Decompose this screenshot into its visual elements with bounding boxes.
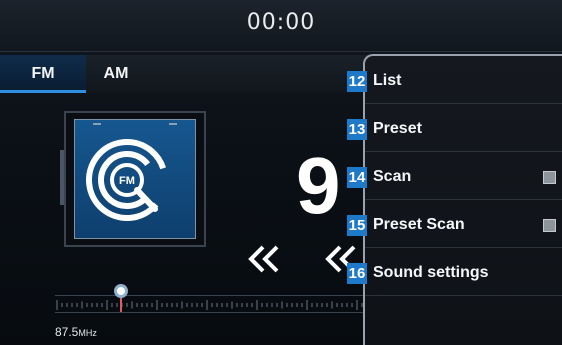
station-art-image: FM xyxy=(74,119,196,239)
scan-checkbox[interactable] xyxy=(543,171,556,184)
callout-number: 12 xyxy=(347,71,367,92)
tuner-min-value: 87.5 xyxy=(55,325,79,339)
tuner-min-frequency: 87.5MHz xyxy=(55,325,97,339)
menu-item-label: Preset Scan xyxy=(373,216,465,233)
tab-fm[interactable]: FM xyxy=(0,55,86,93)
menu-item-preset[interactable]: 13 Preset xyxy=(347,106,562,152)
fm-radio-icon: FM xyxy=(86,139,168,221)
menu-item-sound-settings[interactable]: 16 Sound settings xyxy=(347,250,562,296)
menu-item-label: Preset xyxy=(373,120,422,137)
callout-number: 13 xyxy=(347,119,367,140)
radio-screen: 00:00 FM AM FM 9 87.5MHz 12 List 13 Pres… xyxy=(0,0,562,345)
menu-item-scan[interactable]: 14 Scan xyxy=(347,154,562,200)
menu-item-label: Sound settings xyxy=(373,264,489,281)
tuner-needle xyxy=(120,296,122,312)
callout-number: 16 xyxy=(347,263,367,284)
status-bar: 00:00 xyxy=(0,0,562,52)
options-menu: 12 List 13 Preset 14 Scan 15 Preset Scan… xyxy=(347,54,562,345)
fm-icon-label: FM xyxy=(119,175,135,187)
menu-item-label: List xyxy=(373,72,402,89)
menu-item-list[interactable]: 12 List xyxy=(347,58,562,104)
menu-item-preset-scan[interactable]: 15 Preset Scan xyxy=(347,202,562,248)
tuner-handle[interactable] xyxy=(114,284,128,298)
station-art: FM xyxy=(64,111,206,247)
frequency-display: 9 xyxy=(296,141,340,230)
clock: 00:00 xyxy=(246,10,316,35)
band-tabs: FM AM xyxy=(0,55,370,93)
tuner-ticks xyxy=(56,300,368,310)
callout-number: 15 xyxy=(347,215,367,236)
tab-am[interactable]: AM xyxy=(86,55,146,93)
double-chevron-left-icon xyxy=(248,245,279,273)
callout-number: 14 xyxy=(347,167,367,188)
preset-scan-checkbox[interactable] xyxy=(543,219,556,232)
tuner-min-unit: MHz xyxy=(78,328,97,338)
tuner-scale[interactable] xyxy=(55,295,368,313)
menu-item-label: Scan xyxy=(373,168,412,185)
seek-prev-button[interactable] xyxy=(245,243,285,284)
